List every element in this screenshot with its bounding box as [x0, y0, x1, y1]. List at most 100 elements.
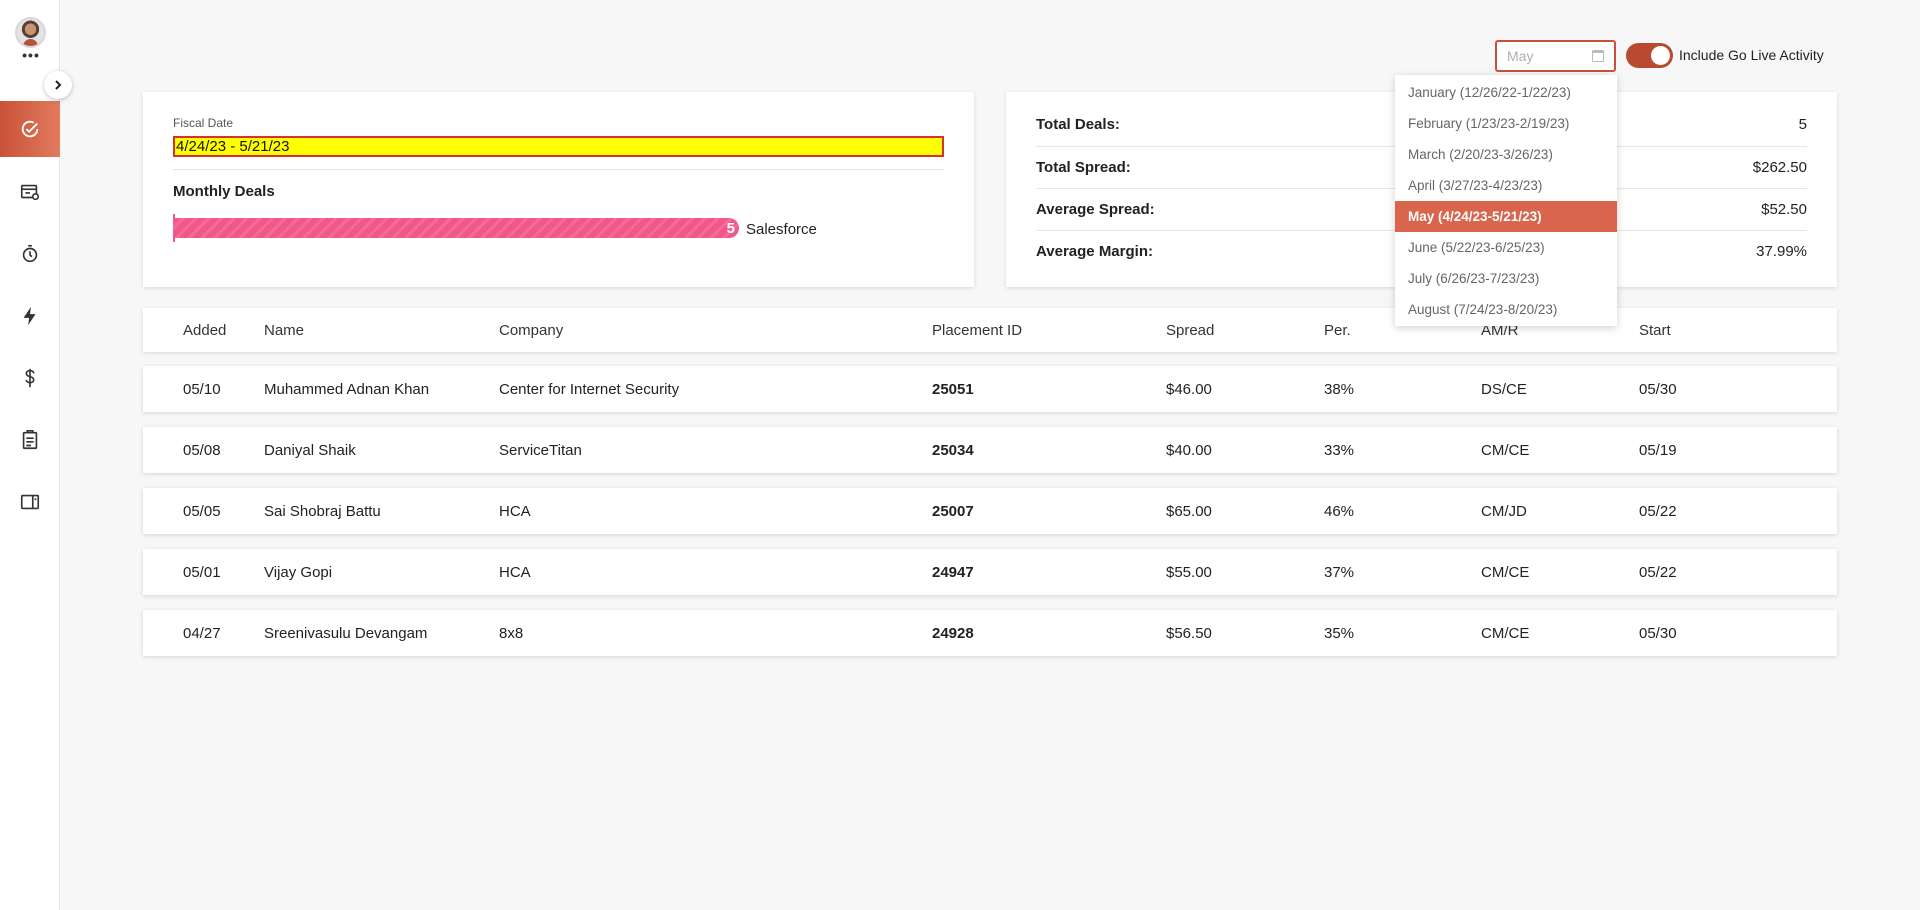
nav-item-id-card[interactable]	[0, 164, 60, 220]
cell-per: 46%	[1324, 502, 1355, 520]
cell-name: Daniyal Shaik	[264, 441, 356, 459]
column-header-per[interactable]: Per.	[1324, 308, 1351, 352]
go-live-toggle-label: Include Go Live Activity	[1679, 47, 1824, 63]
cell-placement-id: 24947	[932, 563, 974, 581]
cell-company: HCA	[499, 502, 531, 520]
cell-company: ServiceTitan	[499, 441, 582, 459]
cell-spread: $46.00	[1166, 380, 1212, 398]
fiscal-date-value: 4/24/23 - 5/21/23	[173, 136, 944, 157]
month-option-february[interactable]: February (1/23/23-2/19/23)	[1395, 108, 1617, 139]
cell-start: 05/30	[1639, 624, 1677, 642]
cell-name: Vijay Gopi	[264, 563, 333, 581]
lightning-icon	[23, 306, 36, 326]
cell-per: 35%	[1324, 624, 1355, 642]
cell-amr: CM/CE	[1481, 624, 1530, 642]
fiscal-summary-card: Fiscal Date 4/24/23 - 5/21/23 Monthly De…	[143, 92, 974, 287]
month-option-march[interactable]: March (2/20/23-3/26/23)	[1395, 139, 1617, 170]
nav-item-dollar[interactable]	[0, 350, 60, 406]
column-header-company[interactable]: Company	[499, 308, 563, 352]
cell-company: Center for Internet Security	[499, 380, 680, 398]
cell-spread: $55.00	[1166, 563, 1212, 581]
stat-label: Total Spread:	[1036, 158, 1131, 176]
cell-name: Sreenivasulu Devangam	[264, 624, 428, 642]
stat-value: 37.99%	[1756, 242, 1807, 260]
cell-placement-id: 25007	[932, 502, 974, 520]
column-header-added[interactable]: Added	[183, 308, 226, 352]
monthly-deals-bar-label: Salesforce	[746, 221, 817, 238]
cell-start: 05/30	[1639, 380, 1677, 398]
monthly-deals-bar-track: 5	[173, 218, 739, 238]
table-row[interactable]: 05/01 Vijay Gopi HCA 24947 $55.00 37% CM…	[143, 549, 1837, 595]
cell-amr: DS/CE	[1481, 380, 1527, 398]
sidebar-expand-button[interactable]	[44, 71, 72, 99]
column-header-start[interactable]: Start	[1639, 308, 1671, 352]
cell-added: 05/05	[183, 502, 221, 520]
stat-value: $262.50	[1752, 158, 1807, 176]
month-picker-input[interactable]: May	[1495, 40, 1616, 72]
calendar-icon	[1592, 50, 1604, 62]
month-dropdown-menu: January (12/26/22-1/22/23) February (1/2…	[1395, 75, 1617, 326]
toggle-knob	[1651, 46, 1670, 65]
cell-placement-id: 25051	[932, 380, 974, 398]
book-icon	[20, 494, 40, 510]
cell-placement-id: 24928	[932, 624, 974, 642]
clock-icon	[22, 244, 38, 263]
cell-spread: $40.00	[1166, 441, 1212, 459]
cell-start: 05/22	[1639, 502, 1677, 520]
stat-value: 5	[1798, 115, 1807, 133]
column-header-spread[interactable]: Spread	[1166, 308, 1214, 352]
month-option-june[interactable]: June (5/22/23-6/25/23)	[1395, 232, 1617, 263]
cell-amr: CM/CE	[1481, 441, 1530, 459]
cell-added: 05/01	[183, 563, 221, 581]
avatar[interactable]	[15, 17, 46, 48]
cell-placement-id: 25034	[932, 441, 974, 459]
stat-label: Total Deals:	[1036, 115, 1120, 133]
cell-start: 05/19	[1639, 441, 1677, 459]
cell-spread: $65.00	[1166, 502, 1212, 520]
column-header-name[interactable]: Name	[264, 308, 304, 352]
cell-company: HCA	[499, 563, 531, 581]
cell-amr: CM/CE	[1481, 563, 1530, 581]
sidebar: •••	[0, 0, 60, 910]
cell-name: Sai Shobraj Battu	[264, 502, 381, 520]
month-option-july[interactable]: July (6/26/23-7/23/23)	[1395, 263, 1617, 294]
nav-item-clipboard[interactable]	[0, 412, 60, 468]
stat-label: Average Margin:	[1036, 242, 1153, 260]
month-picker-value: May	[1507, 48, 1534, 64]
month-option-january[interactable]: January (12/26/22-1/22/23)	[1395, 77, 1617, 108]
clipboard-icon	[22, 430, 38, 450]
check-circle-icon	[21, 120, 39, 138]
cell-start: 05/22	[1639, 563, 1677, 581]
cell-amr: CM/JD	[1481, 502, 1527, 520]
cell-added: 05/08	[183, 441, 221, 459]
stat-label: Average Spread:	[1036, 200, 1155, 218]
table-row[interactable]: 05/08 Daniyal Shaik ServiceTitan 25034 $…	[143, 427, 1837, 473]
stat-value: $52.50	[1761, 200, 1807, 218]
dollar-icon	[25, 368, 35, 388]
cell-per: 37%	[1324, 563, 1355, 581]
nav-item-clock[interactable]	[0, 226, 60, 282]
column-header-placement-id[interactable]: Placement ID	[932, 308, 1022, 352]
go-live-toggle[interactable]	[1626, 43, 1673, 68]
table-row[interactable]: 05/10 Muhammed Adnan Khan Center for Int…	[143, 366, 1837, 412]
id-card-icon	[20, 184, 40, 201]
month-option-april[interactable]: April (3/27/23-4/23/23)	[1395, 170, 1617, 201]
month-option-may[interactable]: May (4/24/23-5/21/23)	[1395, 201, 1617, 232]
cell-added: 04/27	[183, 624, 221, 642]
cell-name: Muhammed Adnan Khan	[264, 380, 430, 398]
monthly-deals-title: Monthly Deals	[173, 183, 275, 200]
cell-spread: $56.50	[1166, 624, 1212, 642]
fiscal-date-label: Fiscal Date	[173, 116, 234, 130]
nav-item-book[interactable]	[0, 474, 60, 530]
cell-added: 05/10	[183, 380, 221, 398]
more-options-icon[interactable]: •••	[18, 48, 44, 62]
divider	[173, 169, 944, 170]
nav-item-lightning[interactable]	[0, 288, 60, 344]
table-row[interactable]: 04/27 Sreenivasulu Devangam 8x8 24928 $5…	[143, 610, 1837, 656]
nav-item-deals[interactable]	[0, 101, 60, 157]
month-option-august[interactable]: August (7/24/23-8/20/23)	[1395, 294, 1617, 325]
chevron-right-icon	[55, 80, 62, 90]
table-row[interactable]: 05/05 Sai Shobraj Battu HCA 25007 $65.00…	[143, 488, 1837, 534]
cell-company: 8x8	[499, 624, 524, 642]
monthly-deals-bar: 5	[173, 218, 739, 238]
